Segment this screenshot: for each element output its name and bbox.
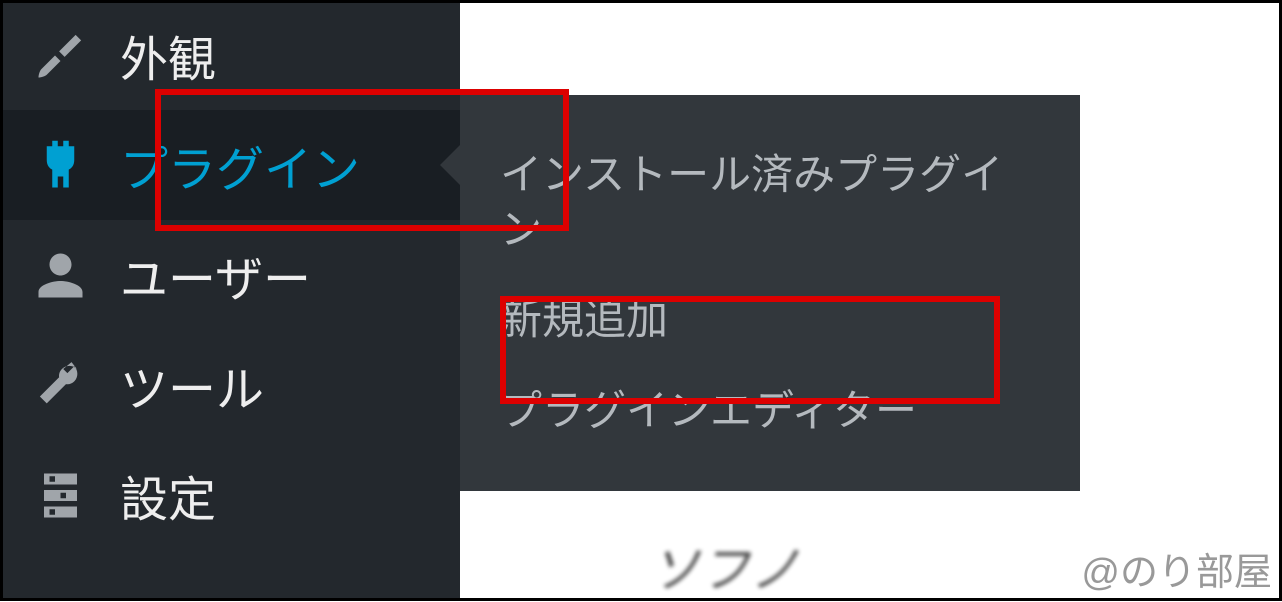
sidebar-item-appearance[interactable]: 外観 — [0, 0, 460, 110]
sidebar-item-users[interactable]: ユーザー — [0, 220, 460, 330]
sidebar-item-label: ユーザー — [120, 240, 311, 310]
background-text: ソフノ — [650, 530, 800, 602]
watermark: @のり部屋 — [1081, 541, 1272, 596]
sidebar-item-label: ツール — [120, 350, 264, 420]
plugins-submenu: インストール済みプラグイン 新規追加 プラグインエディター — [460, 95, 1080, 491]
admin-sidebar: 外観 プラグイン ユーザー ツール 設定 — [0, 0, 460, 601]
sidebar-item-tools[interactable]: ツール — [0, 330, 460, 440]
submenu-item-add-new[interactable]: 新規追加 — [500, 275, 1040, 366]
plugin-icon — [30, 135, 90, 195]
user-icon — [30, 245, 90, 305]
sidebar-item-label: 設定 — [120, 460, 216, 530]
submenu-item-installed-plugins[interactable]: インストール済みプラグイン — [500, 130, 1040, 275]
wrench-icon — [30, 355, 90, 415]
settings-icon — [30, 465, 90, 525]
sidebar-item-label: 外観 — [120, 20, 216, 90]
sidebar-item-plugins[interactable]: プラグイン — [0, 110, 460, 220]
sidebar-item-label: プラグイン — [120, 130, 360, 200]
submenu-item-plugin-editor[interactable]: プラグインエディター — [500, 366, 1040, 457]
brush-icon — [30, 25, 90, 85]
sidebar-item-settings[interactable]: 設定 — [0, 440, 460, 550]
